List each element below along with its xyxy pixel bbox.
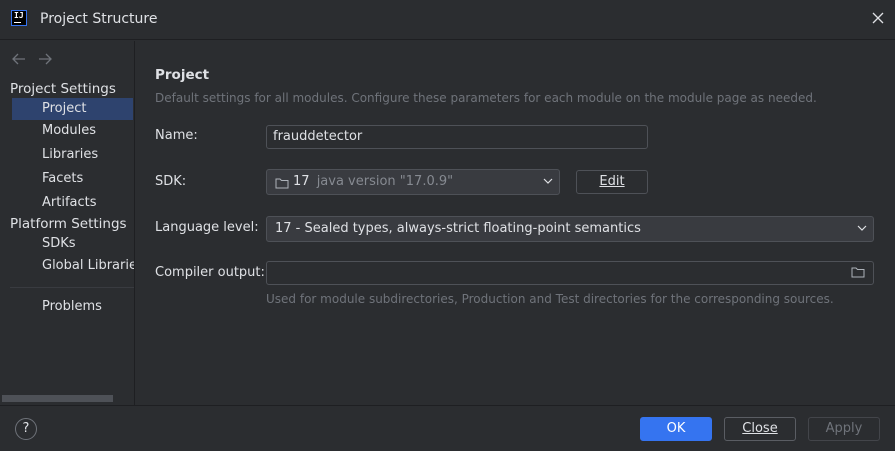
section-project-settings: Project Settings — [10, 81, 116, 97]
sidebar-item-sdks[interactable]: SDKs — [0, 233, 134, 255]
name-label: Name: — [155, 128, 198, 143]
title-bar: IJ Project Structure — [0, 0, 895, 40]
browse-folder-icon[interactable] — [851, 266, 865, 278]
ok-button[interactable]: OK — [640, 417, 712, 441]
apply-button[interactable]: Apply — [808, 417, 880, 441]
language-level-dropdown[interactable]: 17 - Sealed types, always-strict floatin… — [266, 216, 874, 242]
section-platform-settings: Platform Settings — [10, 216, 127, 232]
sidebar-horizontal-scrollbar[interactable] — [2, 395, 113, 402]
name-input[interactable]: frauddetector — [266, 125, 648, 149]
language-level-label: Language level: — [155, 220, 259, 235]
sidebar-item-project[interactable]: Project — [12, 98, 133, 120]
dialog-footer: ? OK Close Apply — [0, 405, 895, 451]
sdk-edit-button[interactable]: Edit — [576, 170, 648, 194]
sdk-edit-label: Edit — [599, 174, 625, 189]
compiler-output-input[interactable] — [266, 261, 874, 285]
sidebar-item-facets[interactable]: Facets — [0, 168, 134, 190]
folder-icon — [275, 178, 289, 189]
arrow-right-icon[interactable] — [38, 53, 52, 65]
app-icon-text: IJ — [14, 11, 24, 20]
close-icon[interactable] — [871, 11, 885, 25]
sdk-label: SDK: — [155, 174, 187, 189]
close-button[interactable]: Close — [724, 417, 796, 441]
compiler-output-hint: Used for module subdirectories, Producti… — [266, 292, 834, 306]
sidebar-item-global-libraries[interactable]: Global Libraries — [0, 255, 134, 277]
sdk-version: 17 — [293, 174, 310, 189]
help-button[interactable]: ? — [15, 418, 37, 440]
page-description: Default settings for all modules. Config… — [155, 91, 817, 105]
sdk-detail: java version "17.0.9" — [316, 174, 454, 189]
chevron-down-icon — [543, 178, 553, 184]
project-settings-panel: Project Default settings for all modules… — [136, 41, 895, 405]
sidebar: Project Settings Project Modules Librari… — [0, 41, 135, 405]
sidebar-item-problems[interactable]: Problems — [0, 296, 134, 318]
window-title: Project Structure — [40, 11, 158, 27]
sidebar-item-artifacts[interactable]: Artifacts — [0, 192, 134, 214]
compiler-output-label: Compiler output: — [155, 265, 265, 280]
arrow-left-icon[interactable] — [12, 53, 26, 65]
sidebar-item-libraries[interactable]: Libraries — [0, 144, 134, 166]
sdk-dropdown[interactable]: 17 java version "17.0.9" — [266, 169, 560, 195]
intellij-app-icon: IJ — [11, 10, 27, 26]
language-level-value: 17 - Sealed types, always-strict floatin… — [275, 221, 641, 236]
sidebar-divider — [10, 287, 134, 288]
close-button-label: Close — [742, 421, 778, 436]
chevron-down-icon — [857, 225, 867, 231]
sidebar-item-modules[interactable]: Modules — [0, 120, 134, 142]
page-title: Project — [155, 67, 210, 83]
